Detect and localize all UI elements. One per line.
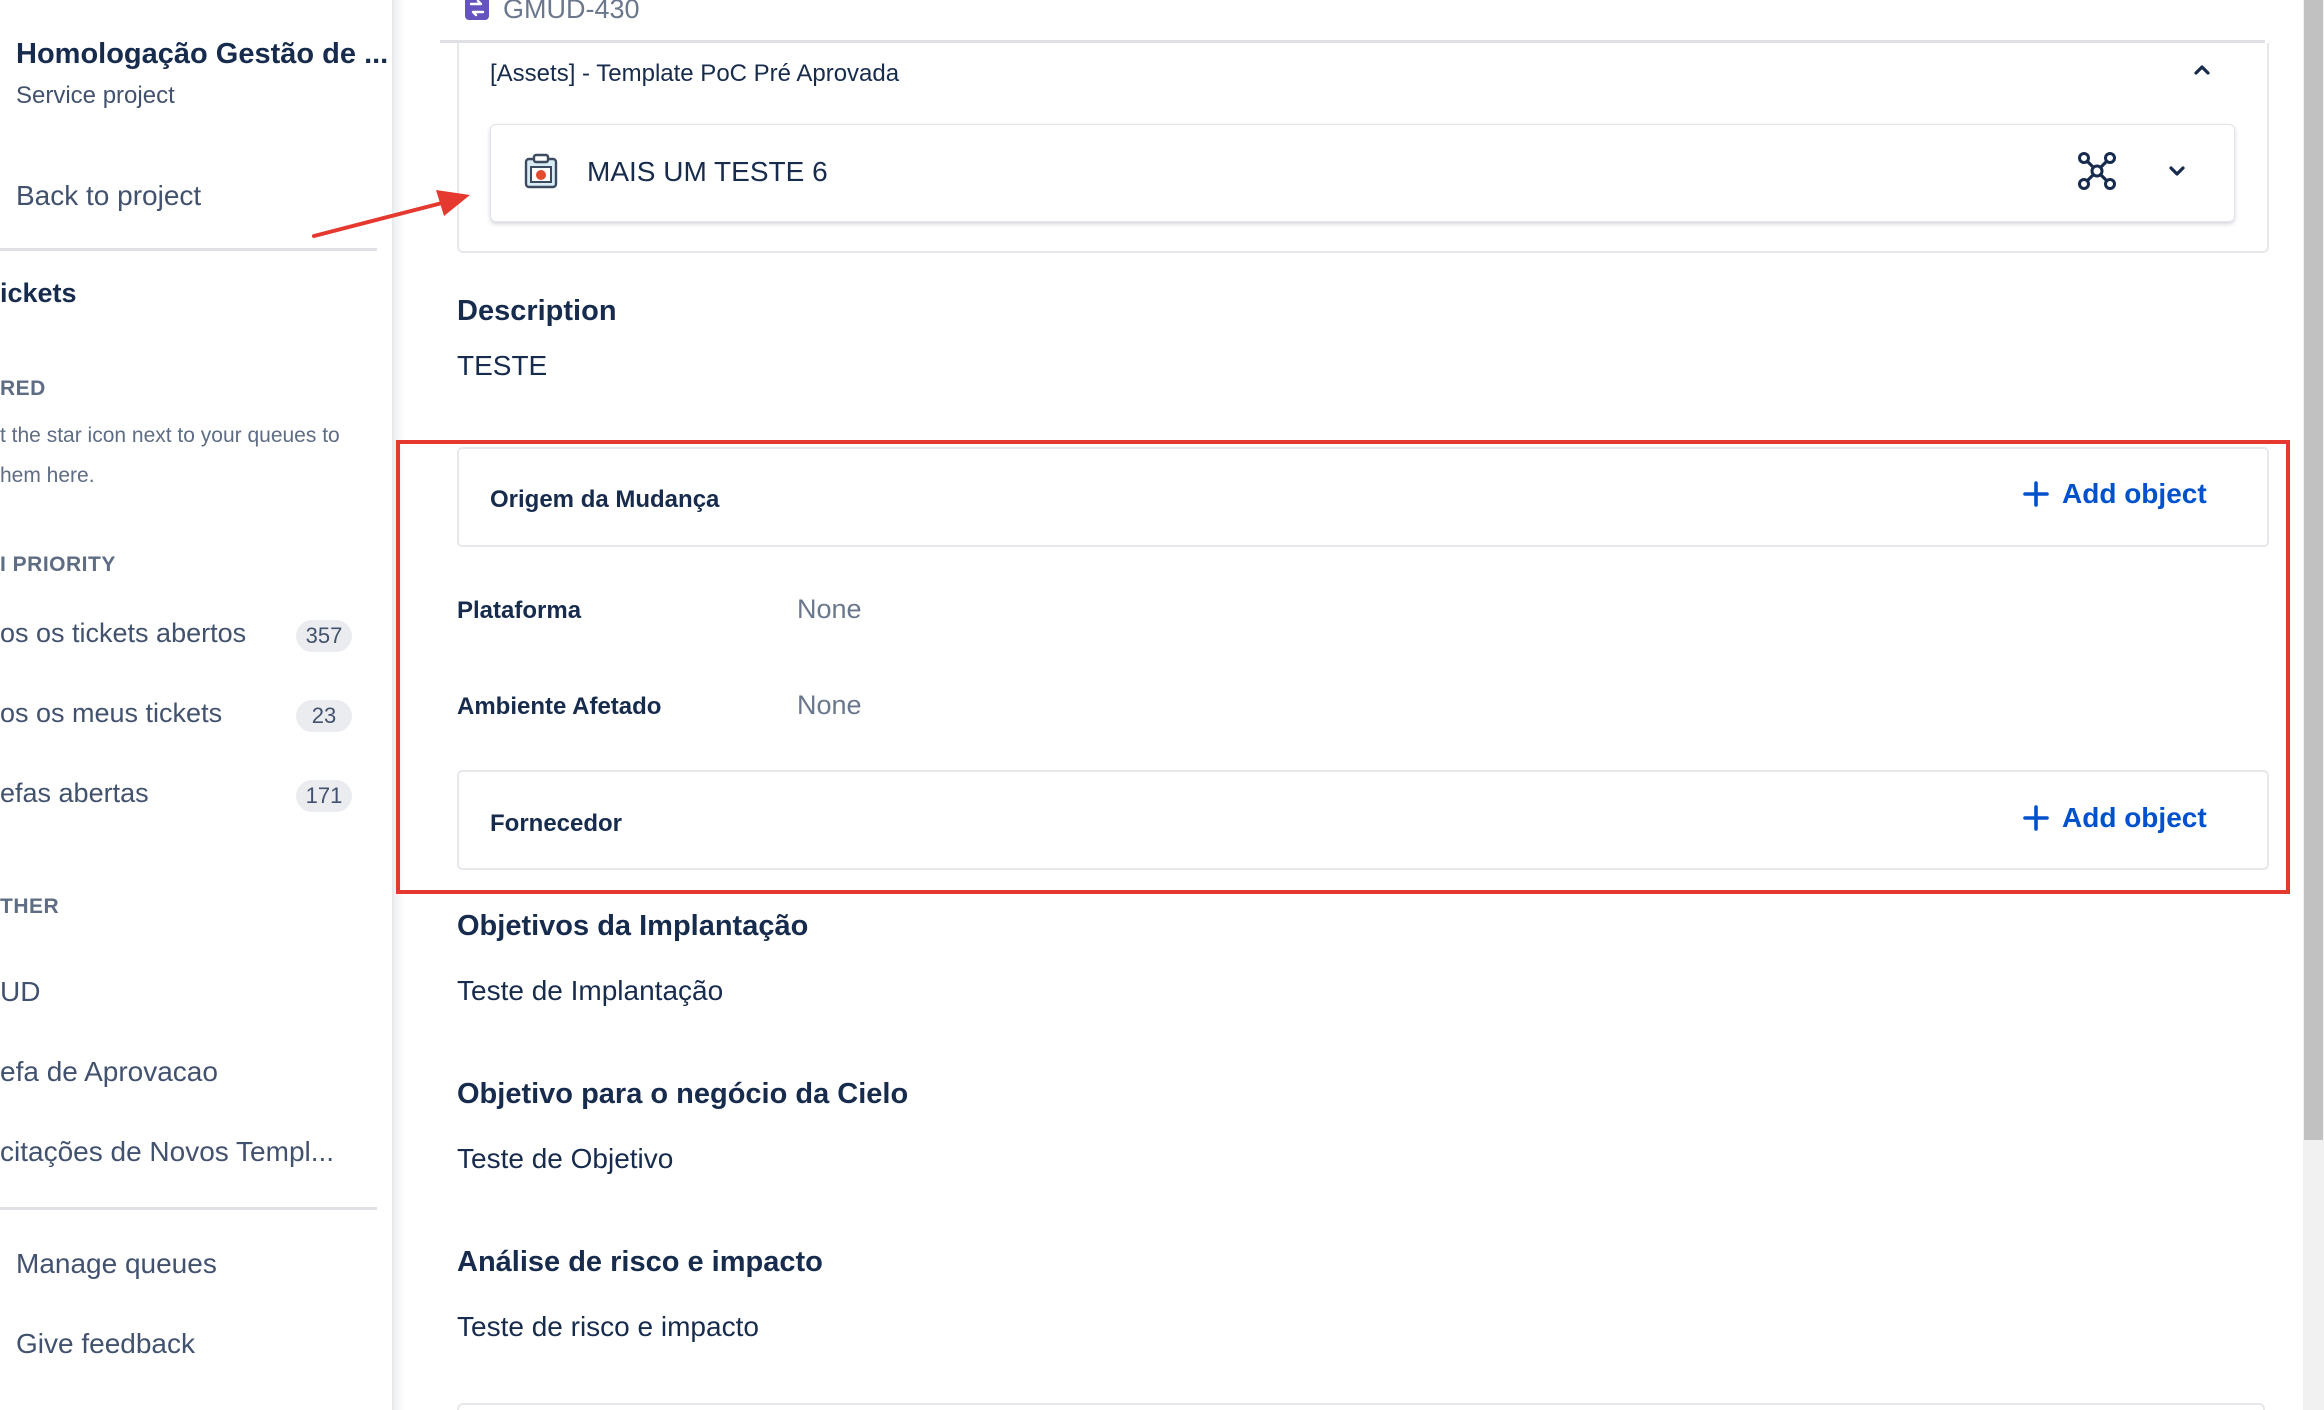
assets-panel-title: [Assets] - Template PoC Pré Aprovada xyxy=(490,60,900,87)
change-issue-type-icon xyxy=(465,0,489,20)
objetivo-negocio-value[interactable]: Teste de Objetivo xyxy=(457,1143,673,1175)
sidebar-item-ud[interactable]: UD xyxy=(0,976,40,1008)
queue-item[interactable]: os os tickets abertos 357 xyxy=(0,612,360,660)
analise-risco-value[interactable]: Teste de risco e impacto xyxy=(457,1311,759,1343)
next-field-card xyxy=(457,1403,2265,1410)
object-type-icon xyxy=(522,152,562,192)
give-feedback-link[interactable]: Give feedback xyxy=(16,1328,195,1360)
annotation-highlight-box xyxy=(396,440,2290,894)
other-caption: THER xyxy=(0,895,60,918)
project-type: Service project xyxy=(16,82,175,109)
queue-label: efas abertas xyxy=(0,778,149,808)
sidebar-item-aprovacao[interactable]: efa de Aprovacao xyxy=(0,1056,218,1088)
description-value[interactable]: TESTE xyxy=(457,350,547,382)
chevron-up-icon[interactable] xyxy=(2186,54,2218,86)
queue-label: os os tickets abertos xyxy=(0,618,247,648)
queue-item[interactable]: efas abertas 171 xyxy=(0,772,360,820)
issue-key[interactable]: GMUD-430 xyxy=(503,0,640,25)
back-to-project-link[interactable]: Back to project xyxy=(16,180,201,212)
starred-caption: RED xyxy=(0,377,46,400)
queue-count-badge: 23 xyxy=(296,700,352,732)
scrollbar-thumb[interactable] xyxy=(2304,0,2323,1140)
asset-object-name[interactable]: MAIS UM TESTE 6 xyxy=(587,156,828,188)
sidebar-divider xyxy=(0,1207,377,1210)
annotation-arrow xyxy=(312,190,470,238)
tickets-heading: ickets xyxy=(0,278,77,308)
starred-help-line-2: hem here. xyxy=(0,464,95,487)
queue-count-badge: 171 xyxy=(296,780,352,812)
queue-label: os os meus tickets xyxy=(0,698,223,728)
objetivos-implantacao-value[interactable]: Teste de Implantação xyxy=(457,975,723,1007)
objetivo-negocio-label: Objetivo para o negócio da Cielo xyxy=(457,1078,909,1110)
graph-view-icon[interactable] xyxy=(2076,150,2118,192)
starred-help-line-1: t the star icon next to your queues to xyxy=(0,424,340,447)
objetivos-implantacao-label: Objetivos da Implantação xyxy=(457,910,809,942)
manage-queues-link[interactable]: Manage queues xyxy=(16,1248,217,1280)
priority-caption: I PRIORITY xyxy=(0,553,116,576)
project-title: Homologação Gestão de ... xyxy=(16,38,389,70)
chevron-down-icon[interactable] xyxy=(2162,156,2192,186)
queue-count-badge: 357 xyxy=(296,620,352,652)
queue-item[interactable]: os os meus tickets 23 xyxy=(0,692,360,740)
analise-risco-label: Análise de risco e impacto xyxy=(457,1246,823,1278)
sidebar-item-novos-templates[interactable]: citações de Novos Templ... xyxy=(0,1136,334,1168)
description-label: Description xyxy=(457,295,617,327)
